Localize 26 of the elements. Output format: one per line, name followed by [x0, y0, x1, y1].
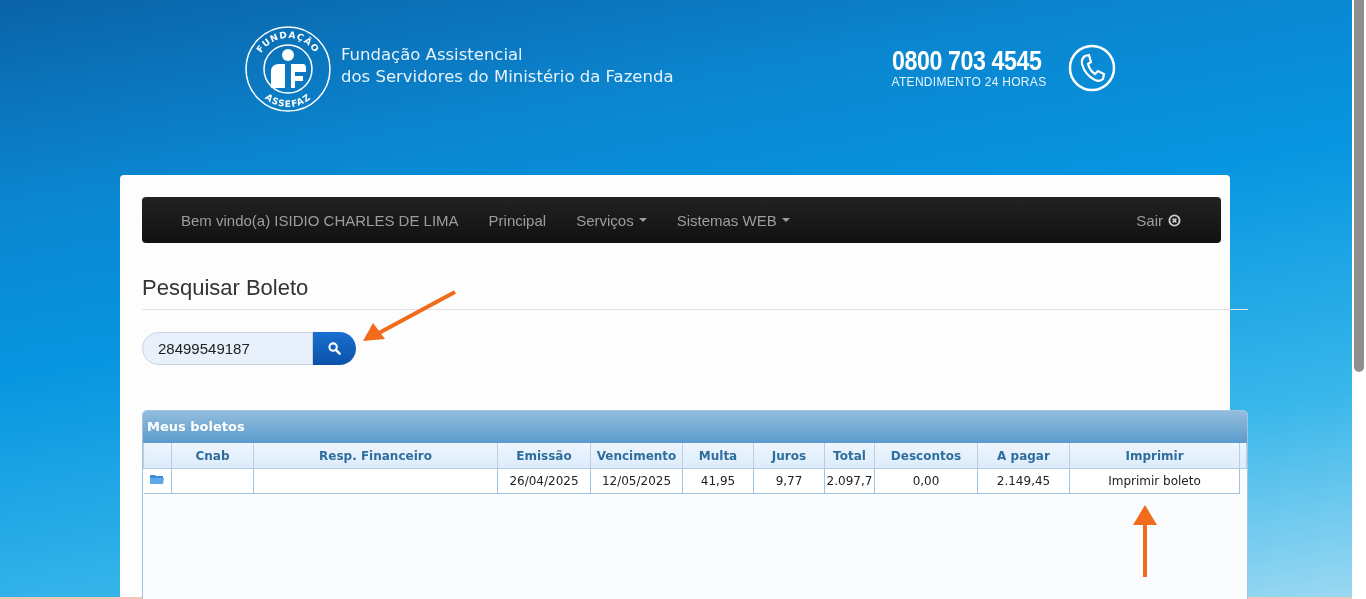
column-header: Descontos: [874, 443, 978, 469]
column-header: Resp. Financeiro: [253, 443, 498, 469]
nav-link[interactable]: Principal: [473, 211, 562, 229]
column-header: Vencimento: [590, 443, 683, 469]
column-header: Juros: [753, 443, 825, 469]
org-name: Fundação Assistencial: [341, 44, 524, 66]
column-header: Cnab: [171, 443, 254, 469]
table-cell: 2.149,45: [977, 468, 1070, 494]
column-header: Imprimir: [1069, 443, 1240, 469]
column-header: Multa: [682, 443, 754, 469]
welcome-text: Bem vindo(a) ISIDIO CHARLES DE LIMA: [180, 211, 460, 229]
column-header: Emissão: [497, 443, 591, 469]
table-cell: 12/05/2025: [590, 468, 683, 494]
phone-caption: ATENDIMENTO 24 HORAS: [891, 75, 1048, 89]
search-field[interactable]: 28499549187: [142, 332, 313, 365]
column-header: Total: [824, 443, 875, 469]
table-cell: 0,00: [874, 468, 978, 494]
org-name: dos Servidores do Ministério da Fazenda: [341, 66, 674, 88]
grid-title: Meus boletos: [143, 411, 1247, 443]
logout-link[interactable]: Sair: [1136, 211, 1181, 229]
column-header: A pagar: [977, 443, 1070, 469]
nav-dropdown[interactable]: Serviços: [561, 211, 662, 229]
page-title: Pesquisar Boleto: [142, 276, 310, 300]
table-cell: 26/04/2025: [497, 468, 591, 494]
print-link[interactable]: Imprimir boleto: [1069, 468, 1240, 494]
nav-dropdown[interactable]: Sistemas WEB: [661, 211, 805, 229]
